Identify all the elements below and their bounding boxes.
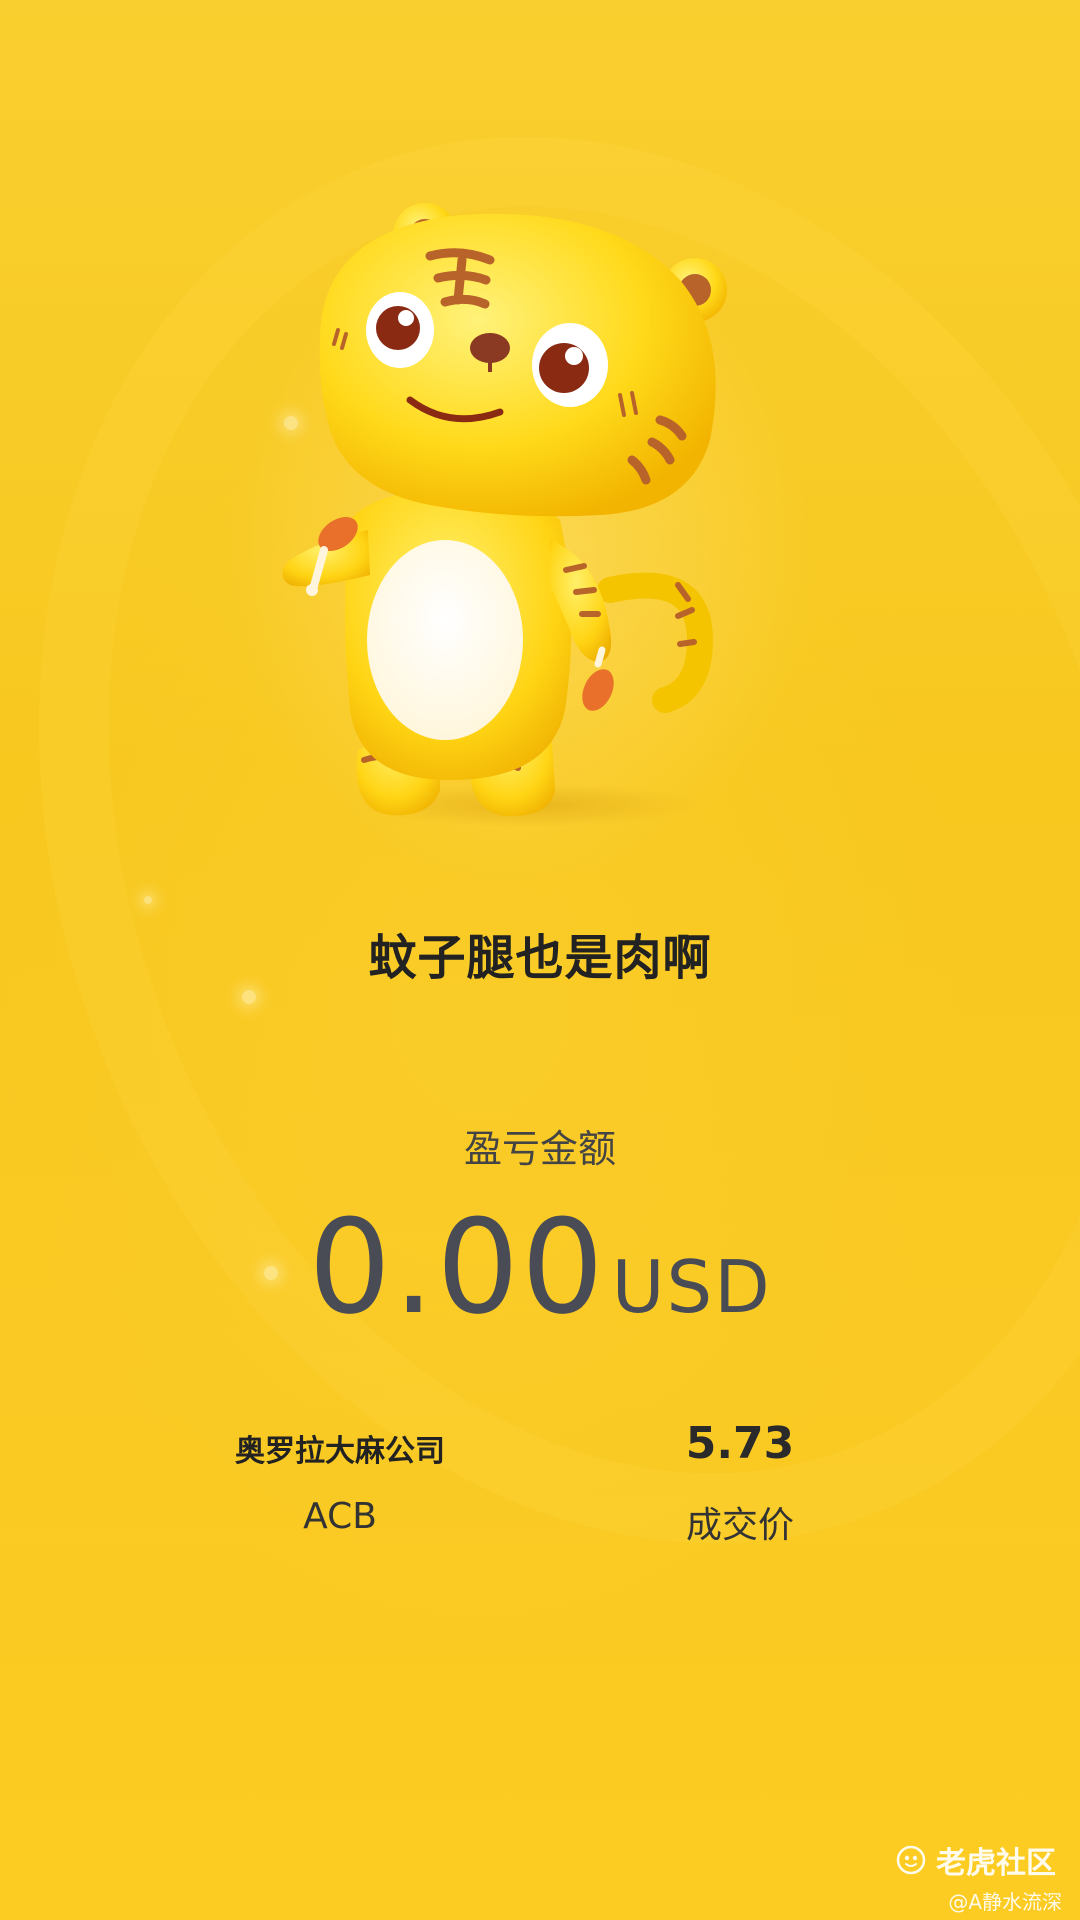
user-watermark: @A静水流深 (948, 1890, 1062, 1914)
brand-logo: 老虎社区 (896, 1838, 1056, 1882)
tiger-mascot-icon (280, 190, 760, 830)
pl-label: 盈亏金额 (463, 1127, 616, 1171)
brand-name: 老虎社区 (936, 1846, 1056, 1881)
pl-amount-value: 0.00 (308, 1191, 606, 1343)
stock-name: 奥罗拉大麻公司 (235, 1434, 445, 1469)
sparkle (144, 896, 152, 904)
tiger-brand-icon (896, 1845, 926, 1875)
trade-price: 5.73 (685, 1418, 795, 1469)
card-title: 蚊子腿也是肉啊 (368, 930, 712, 986)
pl-amount: 0.00 USD (0, 1192, 1080, 1342)
pl-amount-currency: USD (611, 1245, 772, 1329)
sparkle (242, 990, 256, 1004)
stock-ticker: ACB (303, 1496, 377, 1537)
trade-price-label: 成交价 (685, 1505, 794, 1546)
